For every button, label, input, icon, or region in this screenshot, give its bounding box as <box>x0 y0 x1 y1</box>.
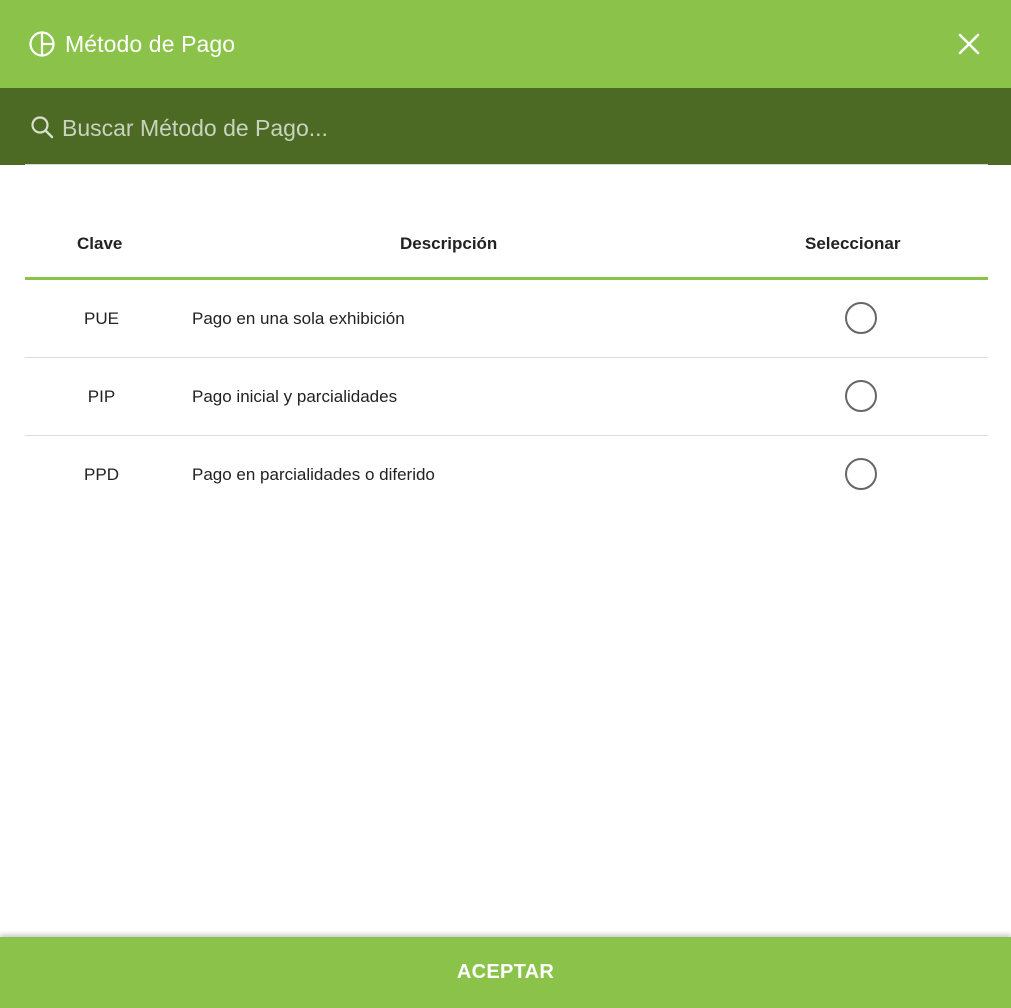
table-row[interactable]: PIP Pago inicial y parcialidades <box>25 358 988 436</box>
row-clave: PUE <box>84 309 119 328</box>
row-descripcion: Pago en una sola exhibición <box>192 309 405 328</box>
row-clave: PIP <box>87 387 116 406</box>
dialog-title: Método de Pago <box>65 31 236 57</box>
search-underline <box>25 164 988 165</box>
search-icon <box>31 116 54 139</box>
select-radio[interactable] <box>845 458 877 490</box>
payment-methods-table: Clave Descripción Seleccionar PUE Pago e… <box>25 210 988 514</box>
header-seleccionar: Seleccionar <box>805 234 901 253</box>
select-radio[interactable] <box>845 302 877 334</box>
row-descripcion: Pago inicial y parcialidades <box>192 387 398 406</box>
table-header: Clave Descripción Seleccionar <box>25 210 988 280</box>
header-clave: Clave <box>77 234 123 253</box>
table-row[interactable]: PPD Pago en parcialidades o diferido <box>25 436 988 514</box>
select-radio[interactable] <box>845 380 877 412</box>
dialog-header: Método de Pago <box>0 0 1011 88</box>
row-clave: PPD <box>84 465 119 484</box>
table-row[interactable]: PUE Pago en una sola exhibición <box>25 280 988 358</box>
close-button[interactable] <box>951 26 987 62</box>
pie-chart-icon <box>29 31 55 57</box>
close-icon <box>958 33 980 55</box>
accept-button[interactable]: ACEPTAR <box>0 937 1011 1008</box>
row-descripcion: Pago en parcialidades o diferido <box>192 465 435 484</box>
header-descripcion: Descripción <box>400 234 498 253</box>
search-input[interactable] <box>62 108 982 148</box>
